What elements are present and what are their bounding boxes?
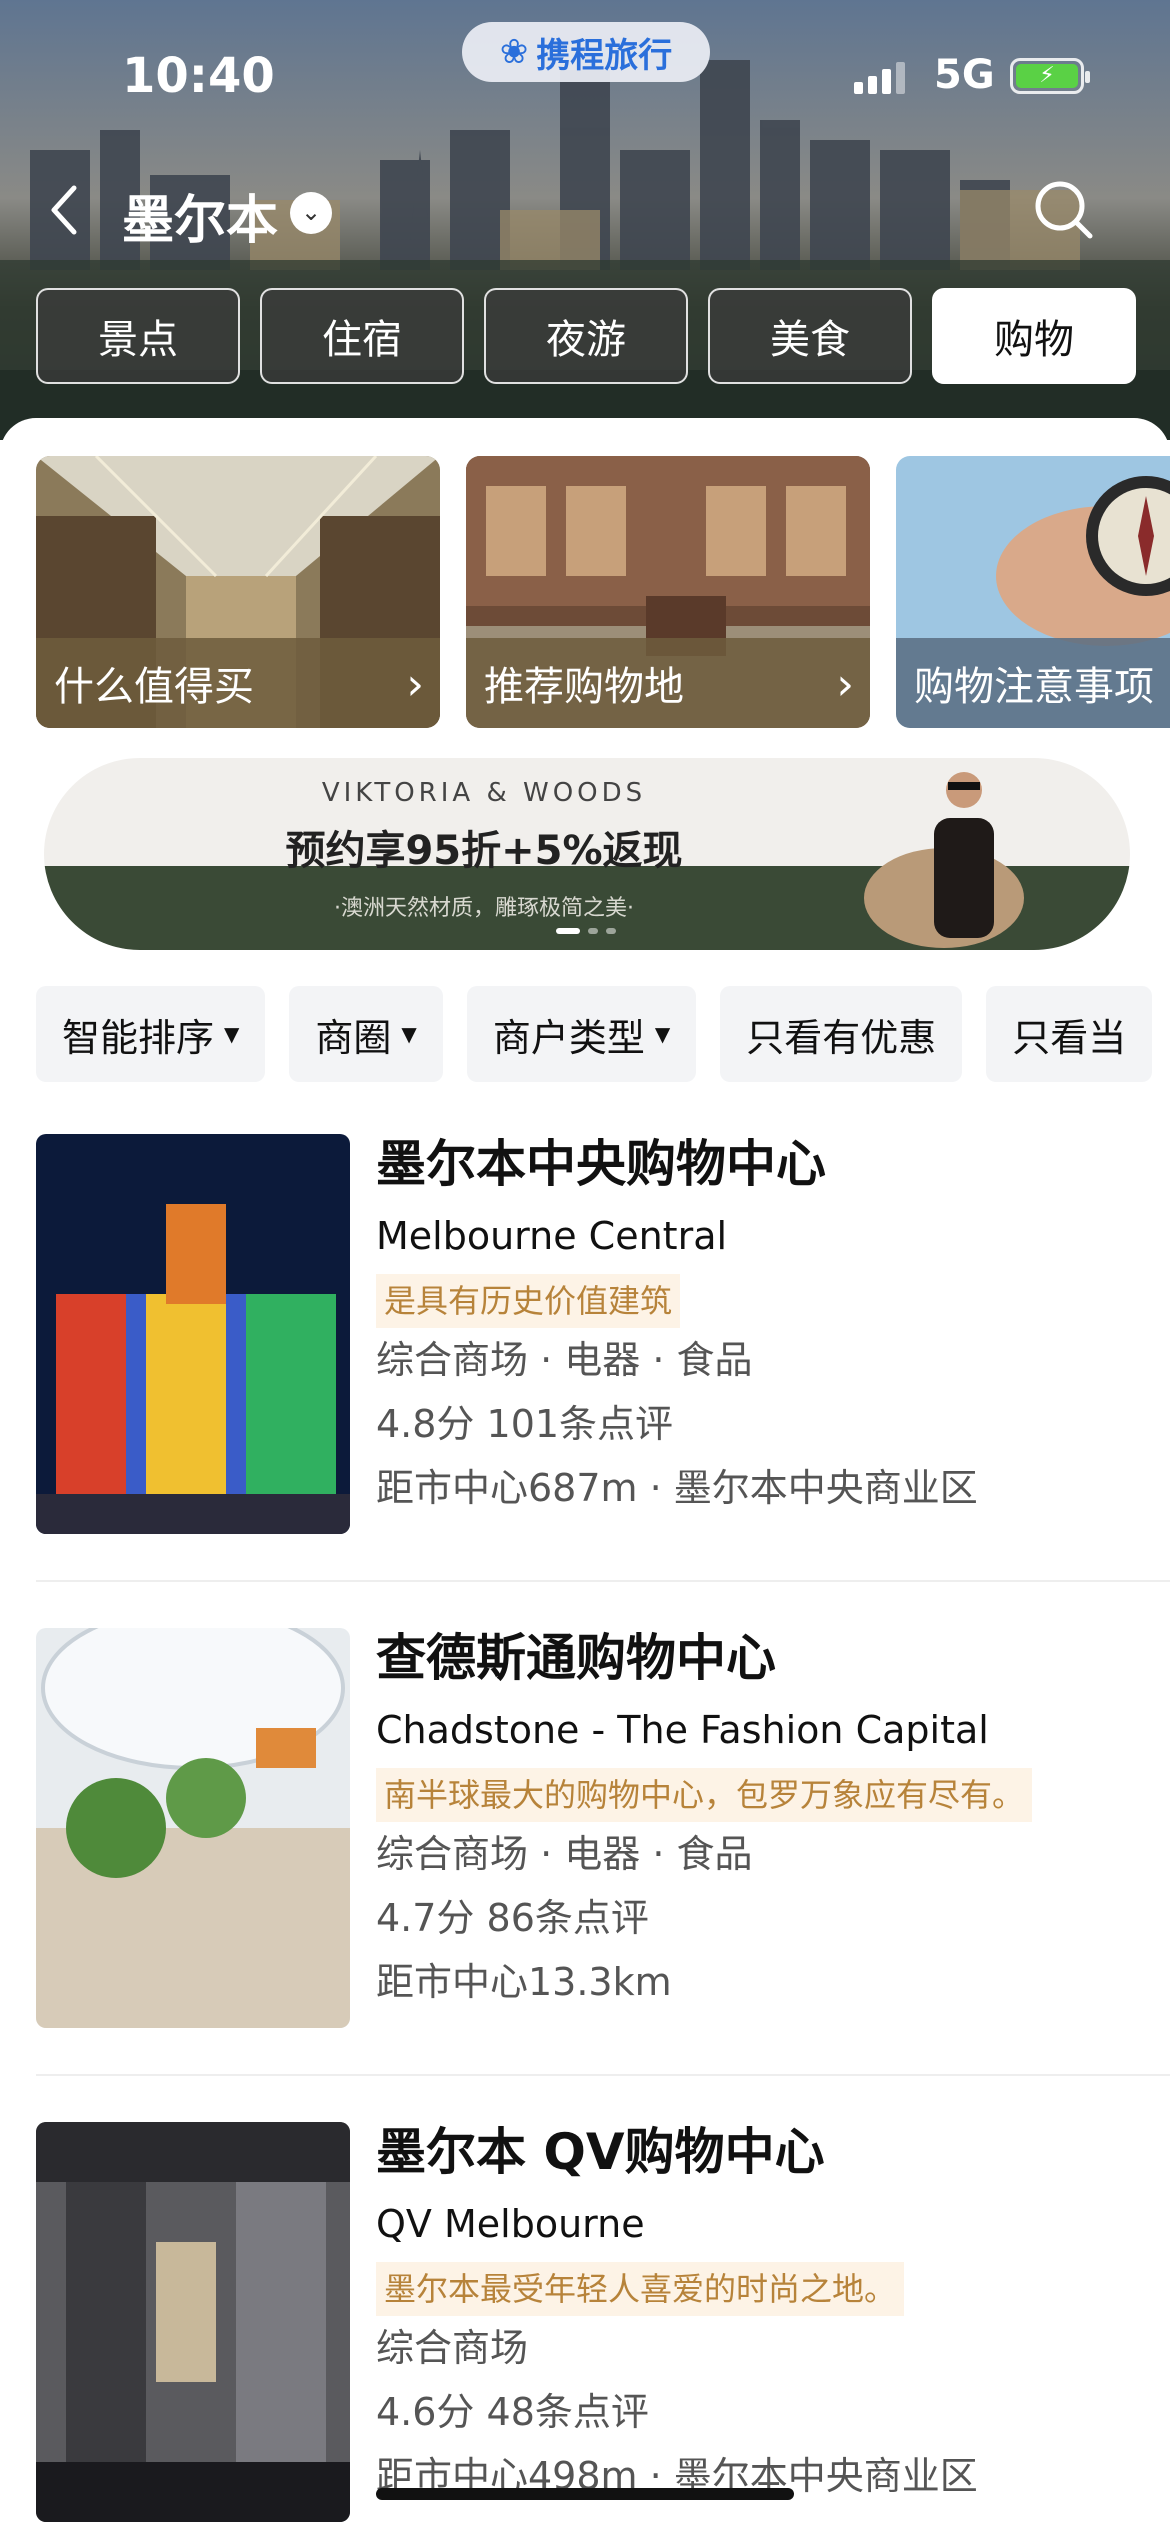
listing-thumbnail (36, 1628, 350, 2028)
caret-down-icon: ▼ (654, 1022, 671, 1046)
battery-icon: ⚡ (1010, 58, 1090, 94)
card-shopping-tips[interactable]: 购物注意事项 (896, 456, 1170, 728)
banner-subline: ·澳洲天然材质，雕琢极简之美· (334, 896, 634, 921)
listing-item[interactable]: 墨尔本中央购物中心 Melbourne Central 是具有历史价值建筑 综合… (36, 1134, 1170, 1534)
listing-tagline: 南半球最大的购物中心，包罗万象应有尽有。 (376, 1768, 1033, 1822)
search-icon (1035, 181, 1093, 239)
filter-label: 智能排序 (62, 1015, 215, 1060)
listing-categories: 综合商场 · 电器 · 食品 (376, 1338, 753, 1382)
banner-brand: VIKTORIA & WOODS (321, 778, 647, 808)
listing-distance: 距市中心13.3km (376, 1960, 672, 2004)
divider (36, 1580, 1170, 1582)
filter-label: 商圈 (315, 1015, 392, 1060)
card-caption: 什么值得买 (36, 638, 440, 728)
banner-pager (556, 928, 616, 934)
signal-icon (854, 60, 905, 94)
listing-rating: 4.8分 101条点评 (376, 1402, 674, 1446)
brand-pill: ❀ 携程旅行 (462, 22, 710, 82)
listing-name-en: Melbourne Central (376, 1214, 728, 1258)
divider (36, 2074, 1170, 2076)
hero-header: 10:40 ❀ 携程旅行 5G ⚡ 墨尔本 ⌄ 景点 住宿 夜游 美食 购物 (0, 0, 1170, 440)
listing-thumbnail (36, 1134, 350, 1534)
listing-info: 墨尔本 QV购物中心 QV Melbourne 墨尔本最受年轻人喜爱的时尚之地。… (376, 2122, 1170, 2508)
ctrip-logo-icon: ❀ (499, 32, 529, 72)
listing-tagline: 墨尔本最受年轻人喜爱的时尚之地。 (376, 2262, 905, 2316)
card-caption: 推荐购物地 (466, 638, 870, 728)
network-type: 5G (934, 52, 995, 98)
listing-rating: 4.7分 86条点评 (376, 1896, 649, 1940)
promo-banner[interactable]: VIKTORIA & WOODS 预约享95折+5%返现 ·澳洲天然材质，雕琢极… (44, 758, 1130, 950)
status-time: 10:40 (122, 48, 275, 104)
tab-night-tours[interactable]: 夜游 (484, 288, 688, 384)
chevron-right-icon: › (836, 659, 854, 710)
listing-info: 墨尔本中央购物中心 Melbourne Central 是具有历史价值建筑 综合… (376, 1134, 1170, 1520)
brand-name: 携程旅行 (536, 35, 673, 76)
listing-rating: 4.6分 48条点评 (376, 2390, 649, 2434)
tab-shopping[interactable]: 购物 (932, 288, 1136, 384)
listing-tagline: 是具有历史价值建筑 (376, 1274, 681, 1328)
chevron-right-icon: › (406, 659, 424, 710)
filter-bar: 智能排序 ▼ 商圈 ▼ 商户类型 ▼ 只看有优惠 只看当 (36, 986, 1170, 1082)
filter-label: 商户类型 (492, 1015, 645, 1060)
nav-row: 墨尔本 ⌄ (0, 170, 1170, 253)
listing-item[interactable]: 查德斯通购物中心 Chadstone - The Fashion Capital… (36, 1628, 1170, 2028)
pager-dot-active (556, 928, 580, 934)
chevron-left-icon (51, 185, 77, 235)
listing-categories: 综合商场 (376, 2326, 529, 2370)
listing-info: 查德斯通购物中心 Chadstone - The Fashion Capital… (376, 1628, 1170, 2014)
filter-discount-only[interactable]: 只看有优惠 (720, 986, 963, 1082)
listing-name[interactable]: 查德斯通购物中心 (376, 1628, 1170, 1702)
model-chair-image (864, 772, 1024, 948)
listing-name-en: Chadstone - The Fashion Capital (376, 1708, 989, 1752)
content-panel: 什么值得买 › 推荐购物地 › 购物注意事项 VIKTORIA & WOODS … (0, 418, 1170, 2532)
battery-charging-icon: ⚡ (1016, 64, 1078, 88)
listing-name-en: QV Melbourne (376, 2202, 645, 2246)
card-recommended-places[interactable]: 推荐购物地 › (466, 456, 870, 728)
listing-name[interactable]: 墨尔本中央购物中心 (376, 1134, 1170, 1208)
tab-food[interactable]: 美食 (708, 288, 912, 384)
listing-item[interactable]: 墨尔本 QV购物中心 QV Melbourne 墨尔本最受年轻人喜爱的时尚之地。… (36, 2122, 1170, 2522)
feature-cards: 什么值得买 › 推荐购物地 › 购物注意事项 (36, 456, 1170, 728)
filter-label: 只看有优惠 (746, 1015, 937, 1060)
search-button[interactable] (1028, 174, 1100, 246)
tab-hotels[interactable]: 住宿 (260, 288, 464, 384)
caret-down-icon: ▼ (224, 1022, 240, 1046)
listing-thumbnail (36, 2122, 350, 2522)
listing-name[interactable]: 墨尔本 QV购物中心 (376, 2122, 1170, 2196)
listing-categories: 综合商场 · 电器 · 食品 (376, 1832, 753, 1876)
tab-sights[interactable]: 景点 (36, 288, 240, 384)
category-tabs: 景点 住宿 夜游 美食 购物 (36, 288, 1136, 384)
banner-headline: 预约享95折+5%返现 (285, 828, 683, 874)
filter-sort[interactable]: 智能排序 ▼ (36, 986, 266, 1082)
filter-merchant-type[interactable]: 商户类型 ▼ (466, 986, 697, 1082)
listing-distance: 距市中心687m · 墨尔本中央商业区 (376, 1466, 978, 1510)
city-dropdown-icon[interactable]: ⌄ (290, 192, 332, 234)
city-title[interactable]: 墨尔本 (122, 178, 278, 253)
card-what-to-buy[interactable]: 什么值得买 › (36, 456, 440, 728)
caret-down-icon: ▼ (401, 1022, 417, 1046)
pager-dot (588, 928, 598, 934)
filter-label: 只看当 (1012, 1015, 1127, 1060)
card-caption: 购物注意事项 (896, 638, 1170, 728)
back-button[interactable] (44, 178, 94, 242)
filter-open-now[interactable]: 只看当 (986, 986, 1153, 1082)
filter-district[interactable]: 商圈 ▼ (289, 986, 443, 1082)
pager-dot (606, 928, 616, 934)
home-indicator[interactable] (376, 2488, 794, 2500)
status-bar: 10:40 ❀ 携程旅行 5G ⚡ (0, 0, 1170, 150)
